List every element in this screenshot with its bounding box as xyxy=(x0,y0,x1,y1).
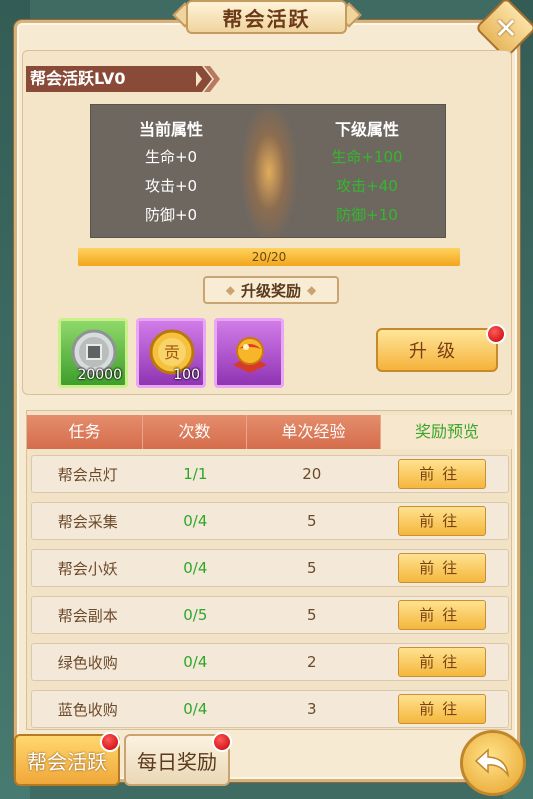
task-exp: 2 xyxy=(307,653,317,671)
go-button[interactable]: 前往 xyxy=(398,506,487,536)
table-row: 帮会小妖 0/4 5 前往 xyxy=(31,549,509,587)
task-exp: 3 xyxy=(307,700,317,718)
diamond-ornament-icon: ◆ xyxy=(307,283,317,297)
current-attributes: 当前属性 生命+0 攻击+0 防御+0 xyxy=(91,117,251,230)
diamond-ornament-icon: ◆ xyxy=(225,283,235,297)
table-row: 绿色收购 0/4 2 前往 xyxy=(31,643,509,681)
page-title: 帮会活跃 xyxy=(186,0,347,34)
task-count: 1/1 xyxy=(183,465,208,483)
back-button[interactable] xyxy=(460,730,526,796)
task-name: 帮会小妖 xyxy=(57,559,118,578)
notification-dot-icon xyxy=(100,732,120,752)
task-exp: 5 xyxy=(307,606,317,624)
close-icon: ✕ xyxy=(494,11,518,45)
task-table: 任务 次数 单次经验 奖励预览 帮会点灯 1/1 20 前往 帮会采集 0/4 … xyxy=(26,410,513,730)
level-label: 帮会活跃LV0 xyxy=(26,66,196,92)
reward-count: 100 xyxy=(173,367,200,383)
next-hp: 生命+100 xyxy=(331,148,403,166)
go-button[interactable]: 前往 xyxy=(398,600,487,630)
gift-orb-icon xyxy=(233,337,267,373)
attribute-panel: 当前属性 生命+0 攻击+0 防御+0 下级属性 生命+100 攻击+40 防御… xyxy=(90,104,447,239)
back-arrow-icon xyxy=(474,748,510,778)
task-exp: 20 xyxy=(302,465,322,483)
task-count: 0/5 xyxy=(183,606,208,624)
reward-item-contribution[interactable]: 贡 100 xyxy=(136,318,206,388)
table-row: 蓝色收购 0/4 3 前往 xyxy=(31,690,509,728)
next-attack: 攻击+40 xyxy=(336,177,398,195)
current-hp: 生命+0 xyxy=(144,148,198,166)
task-count: 0/4 xyxy=(183,559,208,577)
ribbon-arrows-icon xyxy=(192,66,220,92)
header-count: 次数 xyxy=(143,415,247,449)
task-exp: 5 xyxy=(307,559,317,577)
task-name: 帮会副本 xyxy=(57,606,118,625)
table-row: 帮会采集 0/4 5 前往 xyxy=(31,502,509,540)
task-count: 0/4 xyxy=(183,512,208,530)
progress-text: 20/20 xyxy=(251,250,287,264)
task-name: 帮会采集 xyxy=(57,512,118,531)
current-defense: 防御+0 xyxy=(144,206,198,224)
notification-dot-icon xyxy=(486,324,506,344)
table-row: 帮会副本 0/5 5 前往 xyxy=(31,596,509,634)
task-table-header: 任务 次数 单次经验 奖励预览 xyxy=(27,415,513,449)
svg-text:贡: 贡 xyxy=(164,343,180,362)
next-defense: 防御+10 xyxy=(336,206,398,224)
reward-item-silver[interactable]: 20000 xyxy=(58,318,128,388)
go-button[interactable]: 前往 xyxy=(398,459,487,489)
go-button[interactable]: 前往 xyxy=(398,647,487,677)
go-button[interactable]: 前往 xyxy=(398,553,487,583)
task-name: 绿色收购 xyxy=(57,653,118,672)
header-reward-preview[interactable]: 奖励预览 xyxy=(381,415,513,449)
task-name: 蓝色收购 xyxy=(57,700,118,719)
task-count: 0/4 xyxy=(183,653,208,671)
reward-item-gift[interactable] xyxy=(214,318,284,388)
header-exp: 单次经验 xyxy=(247,415,381,449)
next-attributes-header: 下级属性 xyxy=(334,120,399,139)
upgrade-button[interactable]: 升级 xyxy=(376,328,498,372)
next-attributes: 下级属性 生命+100 攻击+40 防御+10 xyxy=(287,117,447,230)
task-count: 0/4 xyxy=(183,700,208,718)
task-name: 帮会点灯 xyxy=(57,465,118,484)
current-attack: 攻击+0 xyxy=(144,177,198,195)
upgrade-reward-label: ◆ 升级奖励 ◆ xyxy=(203,276,339,304)
notification-dot-icon xyxy=(212,732,232,752)
task-exp: 5 xyxy=(307,512,317,530)
experience-progress-bar: 20/20 xyxy=(78,248,460,266)
current-attributes-header: 当前属性 xyxy=(138,120,203,139)
go-button[interactable]: 前往 xyxy=(398,694,487,724)
upgrade-reward-text: 升级奖励 xyxy=(240,281,301,300)
table-row: 帮会点灯 1/1 20 前往 xyxy=(31,455,509,493)
reward-count: 20000 xyxy=(77,367,122,383)
header-task: 任务 xyxy=(27,415,143,449)
